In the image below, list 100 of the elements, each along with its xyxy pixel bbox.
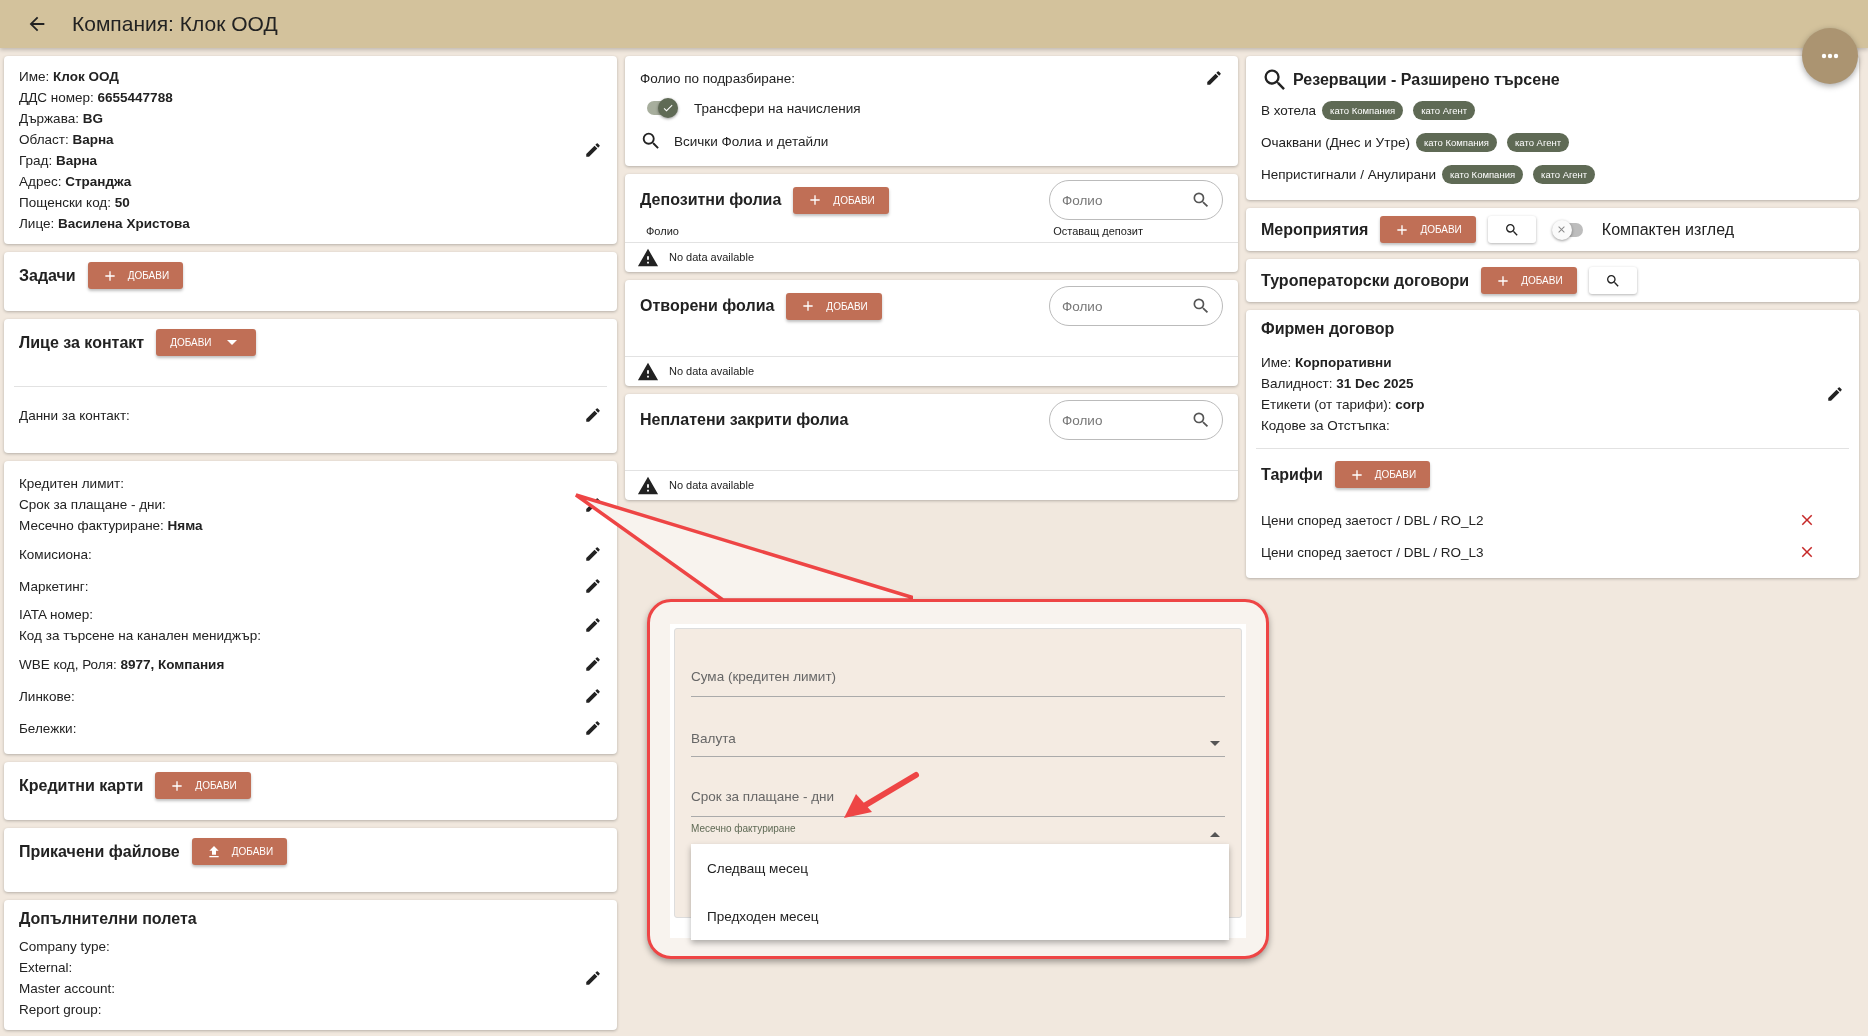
search-button[interactable] (1588, 267, 1637, 294)
section-title: Депозитни фолиа (640, 191, 782, 209)
empty-message: No data available (669, 250, 754, 265)
company-detail: Име: Клок ООД (19, 68, 120, 86)
extra-field: External: (19, 957, 116, 978)
edit-icon[interactable] (584, 141, 602, 159)
company-detail: Лице: Василена Христова (19, 215, 190, 233)
add-button[interactable]: ДОБАВИ (793, 186, 889, 214)
edit-icon[interactable] (1205, 69, 1223, 87)
more-icon (1821, 53, 1839, 59)
empty-message: No data available (669, 364, 754, 379)
toggle-thumb[interactable] (1551, 219, 1572, 240)
section-title: Допълнителни полета (19, 910, 197, 927)
credit-field: Месечно фактуриране: Няма (19, 515, 203, 536)
section-title: Фирмен договор (1261, 320, 1395, 337)
caret-icon (1210, 832, 1220, 837)
add-button[interactable]: ДОБАВИ (1380, 216, 1476, 243)
select-field[interactable]: Валута (691, 697, 1225, 757)
add-button[interactable]: ДОБАВИ (191, 838, 288, 865)
search-icon (640, 130, 662, 152)
edit-icon[interactable] (1826, 385, 1844, 403)
add-button[interactable]: ДОБАВИ (87, 262, 184, 289)
section-title: Лице за контакт (19, 333, 145, 352)
company-detail: Държава: BG (19, 110, 104, 128)
search-icon (1191, 410, 1211, 430)
section-title: Тарифи (1261, 465, 1323, 484)
default-folio-label: Фолио по подразбиране: (640, 69, 796, 88)
company-detail: Град: Варна (19, 152, 99, 170)
page-title: Компания: Клок ООД (72, 12, 278, 36)
filter-chip[interactable]: като Агент (1413, 100, 1476, 120)
extra-field: Company type: (19, 936, 116, 957)
contract-detail: Кодове за Отстъпка: (1261, 417, 1391, 435)
section-title: Задачи (19, 266, 76, 285)
caret-icon (1210, 741, 1220, 746)
section-title: Прикачени файлове (19, 842, 180, 861)
reservation-filter-label: В хотела (1261, 101, 1317, 120)
credit-field: Кредитен лимит: (19, 473, 203, 494)
edit-icon[interactable] (584, 406, 602, 424)
reservation-filter-label: Непристигнали / Анулирани (1261, 165, 1436, 184)
edit-icon[interactable] (584, 545, 602, 563)
credit-field: Маркетинг: (19, 575, 89, 597)
credit-field: Комисиона: (19, 543, 92, 565)
all-folios-link[interactable]: Всички Фолиа и детайли (674, 130, 829, 152)
check-icon (662, 102, 674, 114)
search-icon (1503, 221, 1520, 238)
extra-field: Report group: (19, 999, 116, 1020)
filter-chip[interactable]: като Компания (1415, 132, 1497, 152)
credit-field: IATA номер: (19, 604, 261, 625)
search-icon (1191, 296, 1211, 316)
contract-detail: Валидност: 31 Dec 2025 (1261, 375, 1415, 393)
company-detail: ДДС номер: 6655447788 (19, 89, 174, 107)
search-icon (1604, 272, 1621, 289)
add-button[interactable]: ДОБАВИ (786, 292, 882, 320)
search-field[interactable]: Фолио (1049, 180, 1223, 220)
section-title: Кредитни карти (19, 776, 144, 795)
add-button[interactable]: ДОБАВИ (1481, 267, 1577, 294)
search-field[interactable]: Фолио (1049, 400, 1223, 440)
edit-icon[interactable] (584, 616, 602, 634)
input-field[interactable]: Сума (кредитен лимит) (691, 637, 1225, 697)
company-detail: Адрес: Странджа (19, 173, 133, 191)
contact-label: Данни за контакт: (19, 406, 130, 425)
add-button[interactable]: ДОБАВИ (1334, 461, 1431, 488)
tariff-item: Цени според заетост / DBL / RO_L3 (1261, 543, 1484, 562)
edit-icon[interactable] (584, 687, 602, 705)
empty-message: No data available (669, 478, 754, 493)
menu-option[interactable]: Предходен месец (691, 892, 1229, 940)
edit-icon[interactable] (584, 655, 602, 673)
column-header: Фолио (646, 225, 679, 237)
extra-field: Master account: (19, 978, 116, 999)
search-icon (1191, 190, 1211, 210)
credit-field: Бележки: (19, 717, 77, 739)
filter-chip[interactable]: като Агент (1533, 164, 1596, 184)
toggle-thumb[interactable] (658, 98, 678, 118)
edit-icon[interactable] (584, 969, 602, 987)
reservation-filter-label: Очаквани (Днес и Утре) (1261, 133, 1410, 152)
tariff-item: Цени според заетост / DBL / RO_L2 (1261, 511, 1484, 530)
section-title: Мероприятия (1261, 220, 1369, 239)
filter-chip[interactable]: като Компания (1442, 164, 1524, 184)
credit-field: Линкове: (19, 685, 75, 707)
section-title: Туроператорски договори (1261, 271, 1470, 290)
credit-field: Код за търсене на канален мениджър: (19, 625, 261, 646)
contract-detail: Етикети (от тарифи): corp (1261, 396, 1425, 414)
section-title: Резервации - Разширено търсене (1293, 71, 1560, 89)
filter-chip[interactable]: като Компания (1322, 100, 1404, 120)
section-title: Неплатени закрити фолиа (640, 411, 849, 429)
credit-field: WBE код, Роля: 8977, Компания (19, 653, 225, 675)
filter-chip[interactable]: като Агент (1507, 132, 1570, 152)
toggle-label: Компактен изглед (1601, 220, 1735, 240)
column-header: Оставащ депозит (1053, 225, 1143, 237)
section-title: Отворени фолиа (640, 297, 775, 315)
search-button[interactable] (1487, 216, 1536, 243)
edit-icon[interactable] (584, 719, 602, 737)
credit-field: Срок за плащане - дни: (19, 494, 203, 515)
add-button[interactable]: ДОБАВИ (156, 329, 256, 356)
edit-icon[interactable] (584, 577, 602, 595)
company-detail: Област: Варна (19, 131, 115, 149)
search-field[interactable]: Фолио (1049, 286, 1223, 326)
add-button[interactable]: ДОБАВИ (155, 772, 251, 799)
contract-detail: Име: Корпоративни (1261, 354, 1393, 372)
caret-icon (226, 340, 237, 345)
